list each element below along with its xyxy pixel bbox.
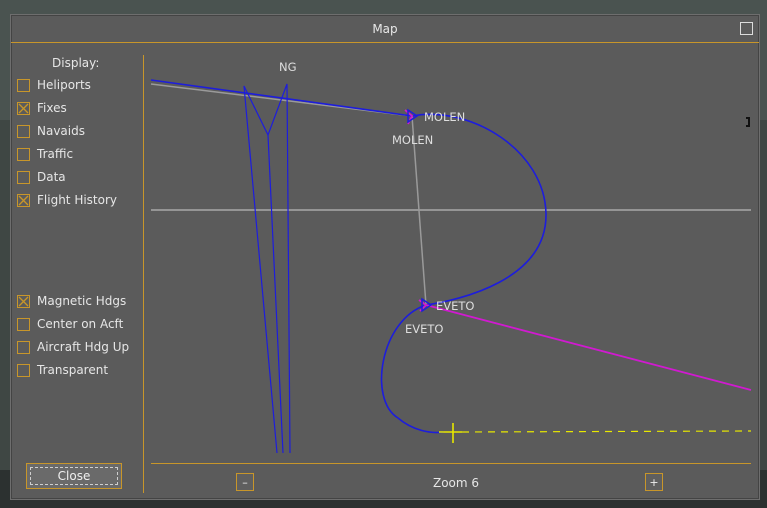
option-center-on-acft[interactable]: Center on Acft: [17, 315, 123, 333]
sidebar-divider: [143, 55, 144, 493]
option-data[interactable]: Data: [17, 168, 66, 186]
zoom-in-button[interactable]: +: [645, 473, 663, 491]
checkbox-traffic[interactable]: [17, 147, 30, 161]
option-navaids[interactable]: Navaids: [17, 122, 85, 140]
cursor-marker-icon: [746, 117, 750, 127]
display-heading: Display:: [52, 56, 100, 70]
checkbox-aircraft-hdg-up[interactable]: [17, 340, 30, 354]
option-label: Center on Acft: [37, 317, 124, 331]
option-label: Transparent: [37, 363, 109, 377]
option-label: Navaids: [37, 124, 85, 138]
checkbox-navaids[interactable]: [17, 124, 30, 138]
checkmark-icon: [18, 103, 29, 113]
option-flight-history[interactable]: Flight History: [17, 191, 117, 209]
checkmark-icon: [18, 296, 29, 306]
option-label: Flight History: [37, 193, 118, 207]
option-heliports[interactable]: Heliports: [17, 76, 91, 94]
option-label: Heliports: [37, 78, 91, 92]
title-bar: Map: [11, 15, 759, 43]
zoom-out-button[interactable]: –: [236, 473, 254, 491]
option-label: Magnetic Hdgs: [37, 294, 127, 308]
option-fixes[interactable]: Fixes: [17, 99, 67, 117]
option-label: Aircraft Hdg Up: [37, 340, 130, 354]
checkbox-flight-history[interactable]: [17, 193, 30, 207]
checkbox-center-on-acft[interactable]: [17, 317, 30, 331]
checkbox-magnetic-hdgs[interactable]: [17, 294, 30, 308]
checkbox-heliports[interactable]: [17, 78, 30, 92]
option-transparent[interactable]: Transparent: [17, 361, 108, 379]
checkbox-data[interactable]: [17, 170, 30, 184]
window-title: Map: [372, 22, 398, 36]
option-aircraft-hdg-up[interactable]: Aircraft Hdg Up: [17, 338, 129, 356]
option-magnetic-hdgs[interactable]: Magnetic Hdgs: [17, 292, 126, 310]
maximize-icon[interactable]: [740, 22, 753, 35]
checkbox-transparent[interactable]: [17, 363, 30, 377]
option-label: Fixes: [37, 101, 67, 115]
map-bottom-divider: [151, 463, 751, 464]
zoom-level-label: Zoom 6: [432, 476, 480, 490]
checkbox-fixes[interactable]: [17, 101, 30, 115]
checkmark-icon: [18, 195, 29, 205]
option-traffic[interactable]: Traffic: [17, 145, 73, 163]
close-button[interactable]: Close: [26, 463, 122, 489]
close-button-label: Close: [30, 467, 118, 485]
option-label: Data: [37, 170, 66, 184]
option-label: Traffic: [37, 147, 74, 161]
map-dialog: Map Display: Heliports Fixes Navaids Tra…: [10, 14, 760, 500]
